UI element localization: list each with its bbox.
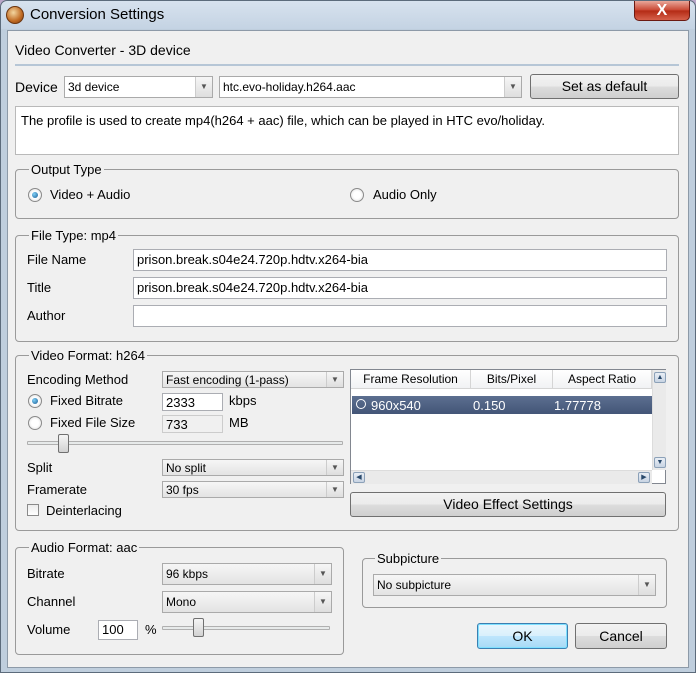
chevron-down-icon[interactable]: ▼ [504,77,521,97]
volume-slider-track[interactable] [162,626,330,630]
title-label: Title [27,280,52,295]
fixed-bitrate-radio[interactable] [28,394,42,408]
scroll-left-icon[interactable]: ◀ [353,472,365,483]
selected-row-icon [356,399,366,409]
file-name-input[interactable]: prison.break.s04e24.720p.hdtv.x264-bia [133,249,667,271]
framerate-value: 30 fps [166,483,199,497]
table-cell-aspect-ratio: 1.77778 [554,398,601,413]
file-name-label: File Name [27,252,87,267]
chevron-down-icon[interactable]: ▼ [314,564,331,584]
video-format-title: Video Format: h264 [29,348,147,363]
title-bar[interactable]: Conversion Settings [1,1,695,29]
column-header-frame-resolution[interactable]: Frame Resolution [351,370,471,389]
video-audio-radio[interactable] [28,188,42,202]
profile-description: The profile is used to create mp4(h264 +… [15,106,679,155]
vertical-scrollbar[interactable]: ▲ ▼ [652,370,666,470]
audio-only-radio[interactable] [350,188,364,202]
bitrate-input[interactable]: 2333 [162,393,223,411]
subpicture-value: No subpicture [377,578,452,592]
split-value: No split [166,461,207,475]
framerate-label: Framerate [27,482,87,497]
volume-input[interactable]: 100 [98,620,138,640]
audio-only-label[interactable]: Audio Only [373,187,437,202]
encoding-method-value: Fast encoding (1-pass) [166,373,289,387]
video-effect-settings-button[interactable]: Video Effect Settings [350,492,666,517]
device-combobox[interactable]: 3d device ▼ [64,76,213,98]
audio-bitrate-label: Bitrate [27,566,65,581]
author-label: Author [27,308,66,323]
subpicture-title: Subpicture [375,551,442,566]
volume-label: Volume [27,622,71,637]
header-divider [15,64,679,66]
profile-combobox-value: htc.evo-holiday.h264.aac [223,80,356,94]
chevron-down-icon[interactable]: ▼ [326,372,343,387]
column-header-bits-pixel[interactable]: Bits/Pixel [471,370,553,389]
split-label: Split [27,460,53,475]
deinterlacing-checkbox[interactable] [27,504,39,516]
video-audio-label[interactable]: Video + Audio [50,187,130,202]
output-type-title: Output Type [29,162,104,177]
resolution-table[interactable]: Frame Resolution Bits/Pixel Aspect Ratio… [350,369,666,484]
close-button[interactable]: X [634,1,690,21]
encoding-method-combobox[interactable]: Fast encoding (1-pass) ▼ [162,371,344,388]
cancel-button[interactable]: Cancel [575,623,667,649]
chevron-down-icon[interactable]: ▼ [195,77,212,97]
chevron-down-icon[interactable]: ▼ [314,592,331,612]
table-cell-resolution: 960x540 [371,398,421,413]
chevron-down-icon[interactable]: ▼ [326,482,343,497]
table-cell-bits-pixel: 0.150 [473,398,506,413]
encoding-method-label: Encoding Method [27,372,129,387]
deinterlacing-label[interactable]: Deinterlacing [46,503,122,518]
ok-button[interactable]: OK [477,623,568,649]
close-icon: X [656,2,668,19]
app-icon [6,6,24,24]
set-as-default-button[interactable]: Set as default [530,74,679,99]
window-title: Conversion Settings [30,6,165,23]
bitrate-slider-track[interactable] [27,441,343,445]
file-size-unit: MB [229,415,249,430]
fixed-file-size-radio[interactable] [28,416,42,430]
title-input[interactable]: prison.break.s04e24.720p.hdtv.x264-bia [133,277,667,299]
bitrate-slider-thumb[interactable] [57,434,69,453]
bitrate-unit: kbps [229,393,257,408]
horizontal-scrollbar[interactable]: ◀ ▶ [351,470,652,484]
channel-label: Channel [27,594,76,609]
fixed-bitrate-label[interactable]: Fixed Bitrate [50,393,123,408]
audio-bitrate-combobox[interactable]: 96 kbps ▼ [162,563,332,585]
device-label: Device [15,79,58,95]
column-header-aspect-ratio[interactable]: Aspect Ratio [553,370,652,389]
scroll-right-icon[interactable]: ▶ [638,472,650,483]
subpicture-combobox[interactable]: No subpicture ▼ [373,574,656,596]
channel-value: Mono [166,595,197,609]
volume-unit: % [145,622,157,637]
framerate-combobox[interactable]: 30 fps ▼ [162,481,344,498]
audio-format-title: Audio Format: aac [29,540,140,555]
volume-slider-thumb[interactable] [193,618,204,637]
chevron-down-icon[interactable]: ▼ [326,460,343,475]
file-type-title: File Type: mp4 [29,228,119,243]
audio-bitrate-value: 96 kbps [166,567,209,581]
file-size-input[interactable]: 733 [162,415,223,433]
device-combobox-value: 3d device [68,80,120,94]
scroll-down-icon[interactable]: ▼ [654,457,666,468]
channel-combobox[interactable]: Mono ▼ [162,591,332,613]
scroll-up-icon[interactable]: ▲ [654,372,666,383]
split-combobox[interactable]: No split ▼ [162,459,344,476]
profile-combobox[interactable]: htc.evo-holiday.h264.aac ▼ [219,76,522,98]
chevron-down-icon[interactable]: ▼ [638,575,655,595]
header-title: Video Converter - 3D device [15,42,191,58]
table-row[interactable]: 960x540 0.150 1.77778 [352,396,653,414]
fixed-file-size-label[interactable]: Fixed File Size [50,415,135,430]
author-input[interactable] [133,305,667,327]
